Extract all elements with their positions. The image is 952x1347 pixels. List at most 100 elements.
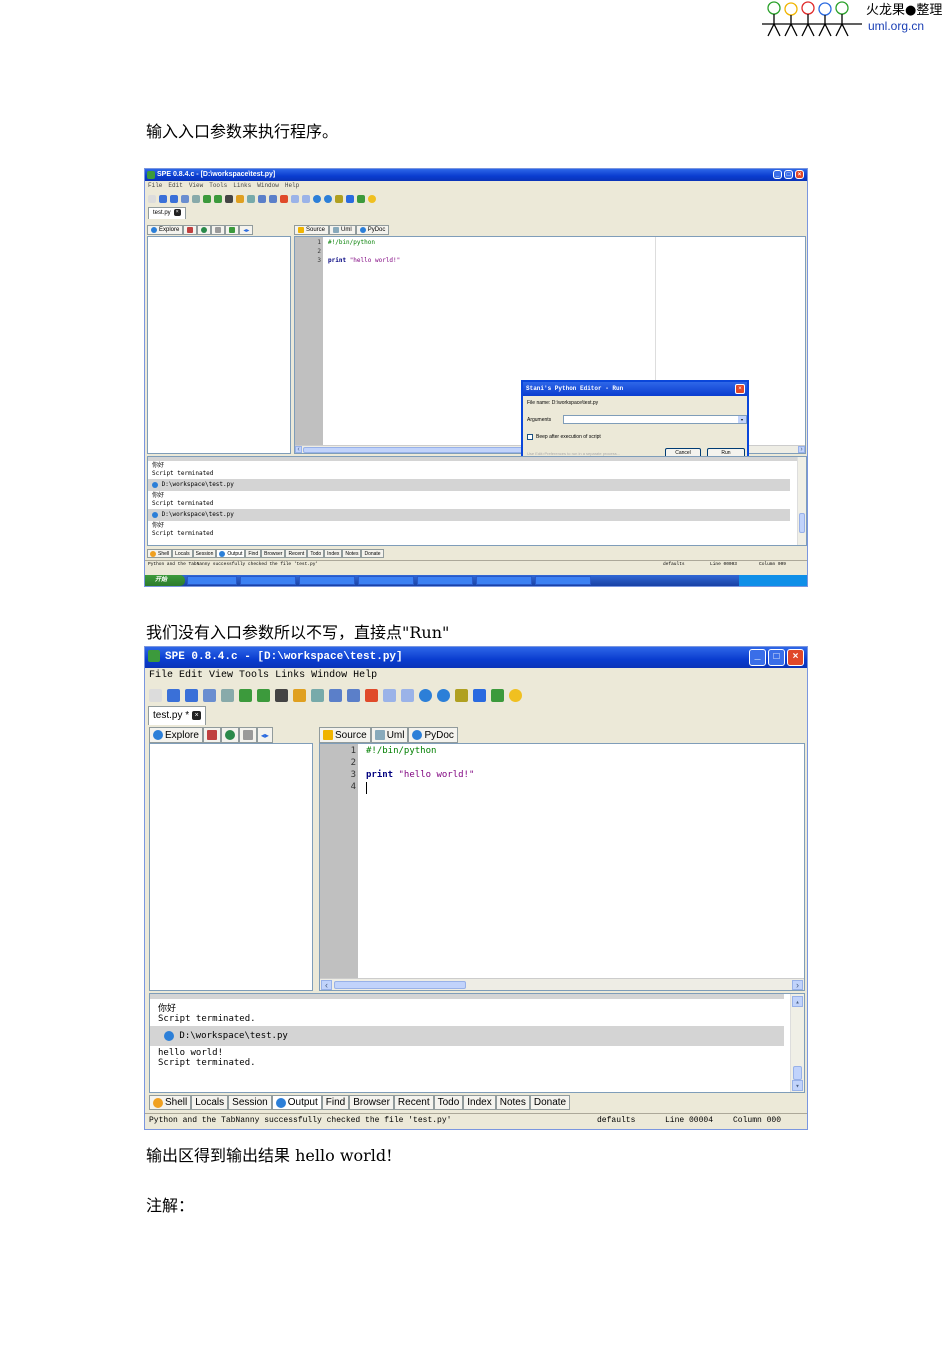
tab-recent[interactable]: Recent bbox=[393, 1095, 434, 1110]
scroll-down-arrow[interactable]: ▾ bbox=[792, 1080, 803, 1091]
tab-notes[interactable]: Notes bbox=[495, 1095, 530, 1110]
output-vscrollbar[interactable]: ▴ ▾ bbox=[790, 994, 804, 1092]
start-button[interactable]: 开始 bbox=[145, 575, 185, 586]
tab-browser[interactable]: Browser bbox=[261, 549, 286, 558]
tab-session[interactable]: Session bbox=[228, 1095, 272, 1110]
bookmark-icon[interactable] bbox=[280, 195, 288, 203]
new-file-icon[interactable] bbox=[149, 688, 162, 702]
scroll-up-arrow[interactable]: ▴ bbox=[792, 996, 803, 1007]
task-button[interactable] bbox=[187, 576, 237, 585]
browse-icon[interactable] bbox=[313, 195, 321, 203]
tab-side-2[interactable] bbox=[202, 727, 221, 743]
debug-icon[interactable] bbox=[247, 195, 255, 203]
tab-side-5[interactable] bbox=[225, 225, 240, 235]
print-icon[interactable] bbox=[221, 688, 234, 702]
vscroll-thumb[interactable] bbox=[799, 513, 805, 533]
close-tab-icon[interactable]: × bbox=[192, 710, 202, 720]
checkmark-icon[interactable] bbox=[357, 195, 365, 203]
task-button[interactable] bbox=[240, 576, 296, 585]
file-tab[interactable]: test.py * × bbox=[148, 706, 207, 725]
dedent-icon[interactable] bbox=[269, 195, 277, 203]
tab-side-4[interactable] bbox=[238, 727, 257, 743]
tab-pydoc[interactable]: PyDoc bbox=[355, 225, 390, 235]
explore-pane[interactable] bbox=[147, 236, 291, 454]
task-button[interactable] bbox=[299, 576, 355, 585]
undo-icon[interactable] bbox=[203, 195, 211, 203]
smiley-icon[interactable] bbox=[509, 688, 522, 702]
run-icon[interactable] bbox=[293, 688, 306, 702]
new-file-icon[interactable] bbox=[148, 195, 156, 203]
redo-icon[interactable] bbox=[257, 688, 270, 702]
tab-donate[interactable]: Donate bbox=[361, 549, 384, 558]
find-icon[interactable] bbox=[225, 195, 233, 203]
check-icon[interactable] bbox=[437, 688, 450, 702]
menu-links[interactable]: Links bbox=[233, 182, 251, 189]
smiley-icon[interactable] bbox=[368, 195, 376, 203]
menu-help[interactable]: Help bbox=[353, 670, 377, 681]
check-icon[interactable] bbox=[324, 195, 332, 203]
redo-icon[interactable] bbox=[214, 195, 222, 203]
tab-shell[interactable]: Shell bbox=[147, 549, 173, 558]
scroll-right-arrow[interactable]: › bbox=[792, 980, 803, 990]
task-button[interactable] bbox=[476, 576, 532, 585]
settings-icon[interactable] bbox=[455, 688, 468, 702]
dialog-close-button[interactable]: × bbox=[735, 384, 745, 394]
tab-todo[interactable]: Todo bbox=[433, 1095, 464, 1110]
tab-locals[interactable]: Locals bbox=[191, 1095, 229, 1110]
tab-side-3[interactable] bbox=[197, 225, 212, 235]
hscroll-thumb[interactable] bbox=[334, 981, 466, 989]
tab-scroll[interactable]: ◂▸ bbox=[239, 225, 254, 235]
hscroll-thumb[interactable] bbox=[303, 447, 531, 453]
task-button[interactable] bbox=[417, 576, 473, 585]
menu-window[interactable]: Window bbox=[311, 670, 347, 681]
tool-icon[interactable] bbox=[346, 195, 354, 203]
task-button[interactable] bbox=[535, 576, 591, 585]
minimize-button[interactable]: _ bbox=[749, 649, 766, 666]
beep-checkbox[interactable] bbox=[527, 434, 533, 440]
output-area[interactable]: 你好 Script terminated. D:\workspace\test.… bbox=[149, 993, 805, 1093]
tab-output[interactable]: Output bbox=[271, 1095, 322, 1110]
menu-help[interactable]: Help bbox=[285, 182, 299, 189]
menu-window[interactable]: Window bbox=[257, 182, 279, 189]
dropdown-arrow-icon[interactable]: ▾ bbox=[738, 416, 746, 423]
minimize-button[interactable]: _ bbox=[773, 170, 782, 179]
dedent-icon[interactable] bbox=[347, 688, 360, 702]
tab-locals[interactable]: Locals bbox=[172, 549, 193, 558]
close-tab-icon[interactable]: × bbox=[173, 208, 181, 216]
explore-pane[interactable] bbox=[149, 743, 313, 991]
tab-explore[interactable]: Explore bbox=[149, 727, 203, 743]
split-h-icon[interactable] bbox=[291, 195, 299, 203]
vscroll-thumb[interactable] bbox=[793, 1066, 802, 1080]
tab-donate[interactable]: Donate bbox=[529, 1095, 571, 1110]
indent-icon[interactable] bbox=[329, 688, 342, 702]
tab-index[interactable]: Index bbox=[324, 549, 343, 558]
tab-pydoc[interactable]: PyDoc bbox=[408, 727, 458, 743]
scroll-right-arrow[interactable]: › bbox=[798, 446, 805, 453]
tab-notes[interactable]: Notes bbox=[342, 549, 362, 558]
tab-uml[interactable]: Uml bbox=[329, 225, 356, 235]
tab-recent[interactable]: Recent bbox=[285, 549, 308, 558]
scroll-left-arrow[interactable]: ‹ bbox=[321, 980, 332, 990]
file-tab[interactable]: test.py × bbox=[148, 207, 186, 219]
split-v-icon[interactable] bbox=[302, 195, 310, 203]
close-button[interactable]: × bbox=[795, 170, 804, 179]
tab-index[interactable]: Index bbox=[463, 1095, 496, 1110]
editor-hscrollbar[interactable]: ‹ › bbox=[320, 978, 804, 990]
tab-output[interactable]: Output bbox=[216, 549, 246, 558]
tab-uml[interactable]: Uml bbox=[370, 727, 409, 743]
tab-side-2[interactable] bbox=[183, 225, 198, 235]
task-button[interactable] bbox=[358, 576, 414, 585]
arguments-input[interactable]: ▾ bbox=[563, 415, 747, 424]
tab-source[interactable]: Source bbox=[319, 727, 371, 743]
browse-icon[interactable] bbox=[419, 688, 432, 702]
tab-explore[interactable]: Explore bbox=[147, 225, 184, 235]
editor-pane[interactable]: 1 2 3 4 #!/bin/python print "hello world… bbox=[319, 743, 805, 991]
checkmark-icon[interactable] bbox=[491, 688, 504, 702]
save-icon[interactable] bbox=[170, 195, 178, 203]
undo-icon[interactable] bbox=[239, 688, 252, 702]
menu-tools[interactable]: Tools bbox=[239, 670, 269, 681]
open-icon[interactable] bbox=[167, 688, 180, 702]
split-h-icon[interactable] bbox=[383, 688, 396, 702]
split-v-icon[interactable] bbox=[401, 688, 414, 702]
save-icon[interactable] bbox=[185, 688, 198, 702]
